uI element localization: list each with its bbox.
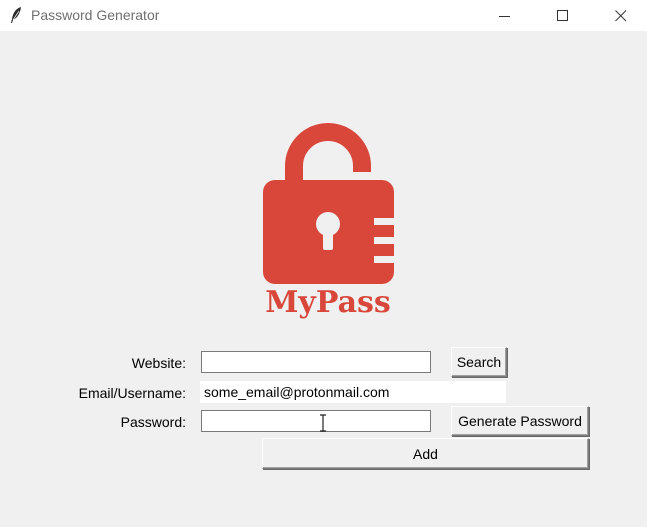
logo-text: MyPass: [265, 285, 391, 320]
maximize-icon: [557, 9, 568, 21]
title-bar: Password Generator: [0, 0, 647, 31]
close-button[interactable]: [598, 0, 644, 31]
add-button[interactable]: Add: [262, 438, 589, 469]
website-label: Website:: [131, 355, 186, 371]
email-input[interactable]: some_email@protonmail.com: [200, 381, 506, 403]
feather-icon: [11, 7, 21, 23]
minimize-icon: [499, 15, 510, 17]
generate-password-button[interactable]: Generate Password: [451, 406, 589, 436]
password-label: Password:: [120, 414, 186, 430]
email-label: Email/Username:: [78, 385, 186, 401]
padlock-icon: MyPass: [263, 123, 396, 320]
password-input[interactable]: [201, 410, 431, 432]
minimize-button[interactable]: [482, 0, 528, 31]
mypass-logo: MyPass: [256, 122, 400, 320]
close-icon: [615, 9, 627, 21]
maximize-button[interactable]: [540, 0, 586, 31]
text-cursor-icon: [320, 414, 326, 432]
website-input[interactable]: [201, 351, 431, 373]
window-title: Password Generator: [31, 7, 160, 23]
search-button[interactable]: Search: [451, 347, 507, 377]
